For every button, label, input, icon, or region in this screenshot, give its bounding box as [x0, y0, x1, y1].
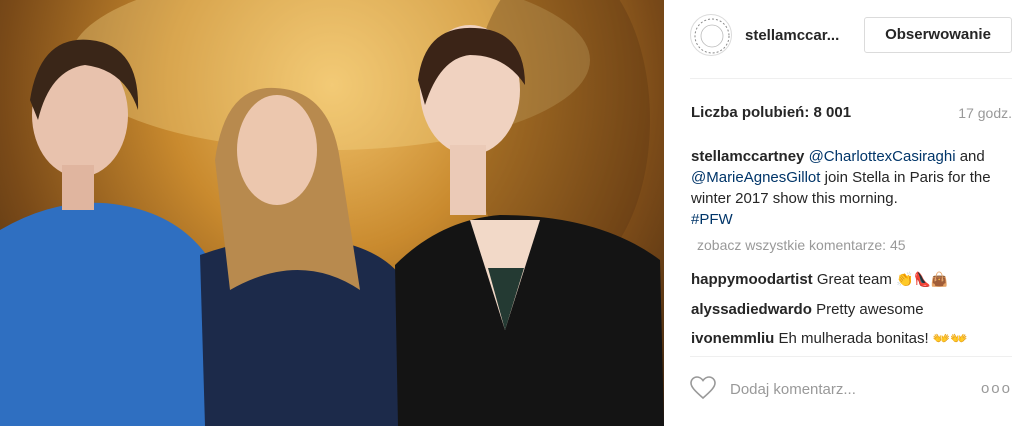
caption-text: and — [959, 148, 985, 165]
heart-icon — [690, 376, 716, 400]
photo-illustration — [0, 0, 664, 426]
instagram-post: stellamccar... Obserwowanie Liczba polub… — [0, 0, 1024, 426]
comment-item: alyssadiedwardo Pretty awesome — [691, 295, 1001, 324]
divider — [690, 356, 1012, 357]
post-timestamp[interactable]: 17 godz. — [958, 105, 1012, 121]
divider — [690, 78, 1012, 79]
comment-text: Pretty awesome — [816, 301, 924, 318]
comment-item: ivonemmliu Eh mulherada bonitas! 👐👐 — [691, 324, 1001, 353]
post-caption: stellamccartney @CharlottexCasiraghi and… — [691, 146, 991, 230]
view-all-comments-link[interactable]: zobacz wszystkie komentarze: 45 — [697, 237, 906, 253]
comment-author-link[interactable]: alyssadiedwardo — [691, 301, 812, 318]
username-link[interactable]: stellamccar... — [745, 27, 839, 44]
add-comment-row: Dodaj komentarz... ooo — [690, 372, 1012, 408]
comment-emoji: 👐👐 — [932, 331, 968, 347]
more-options-icon[interactable]: ooo — [981, 380, 1012, 397]
comment-author-link[interactable]: happymoodartist — [691, 271, 813, 288]
brand-logo-icon — [694, 18, 730, 54]
mention-link[interactable]: @MarieAgnesGillot — [691, 169, 820, 186]
add-comment-input[interactable]: Dodaj komentarz... — [730, 381, 856, 398]
comments-list: happymoodartist Great team 👏👠👜 alyssadie… — [691, 265, 1001, 353]
post-header: stellamccar... Obserwowanie — [690, 14, 1012, 58]
likes-count[interactable]: Liczba polubień: 8 001 — [691, 104, 851, 121]
comment-emoji: 👏👠👜 — [896, 272, 949, 288]
mention-link[interactable]: @CharlottexCasiraghi — [809, 148, 956, 165]
post-sidebar: stellamccar... Obserwowanie Liczba polub… — [664, 0, 1024, 426]
caption-author-link[interactable]: stellamccartney — [691, 148, 804, 165]
comment-text: Eh mulherada bonitas! — [778, 330, 929, 347]
like-heart-icon[interactable] — [690, 376, 716, 405]
comment-text: Great team — [816, 271, 892, 288]
avatar[interactable] — [690, 14, 732, 56]
follow-button[interactable]: Obserwowanie — [864, 17, 1012, 53]
comment-author-link[interactable]: ivonemmliu — [691, 330, 774, 347]
comment-item: happymoodartist Great team 👏👠👜 — [691, 265, 1001, 295]
hashtag-link[interactable]: #PFW — [691, 211, 733, 228]
post-photo[interactable] — [0, 0, 664, 426]
